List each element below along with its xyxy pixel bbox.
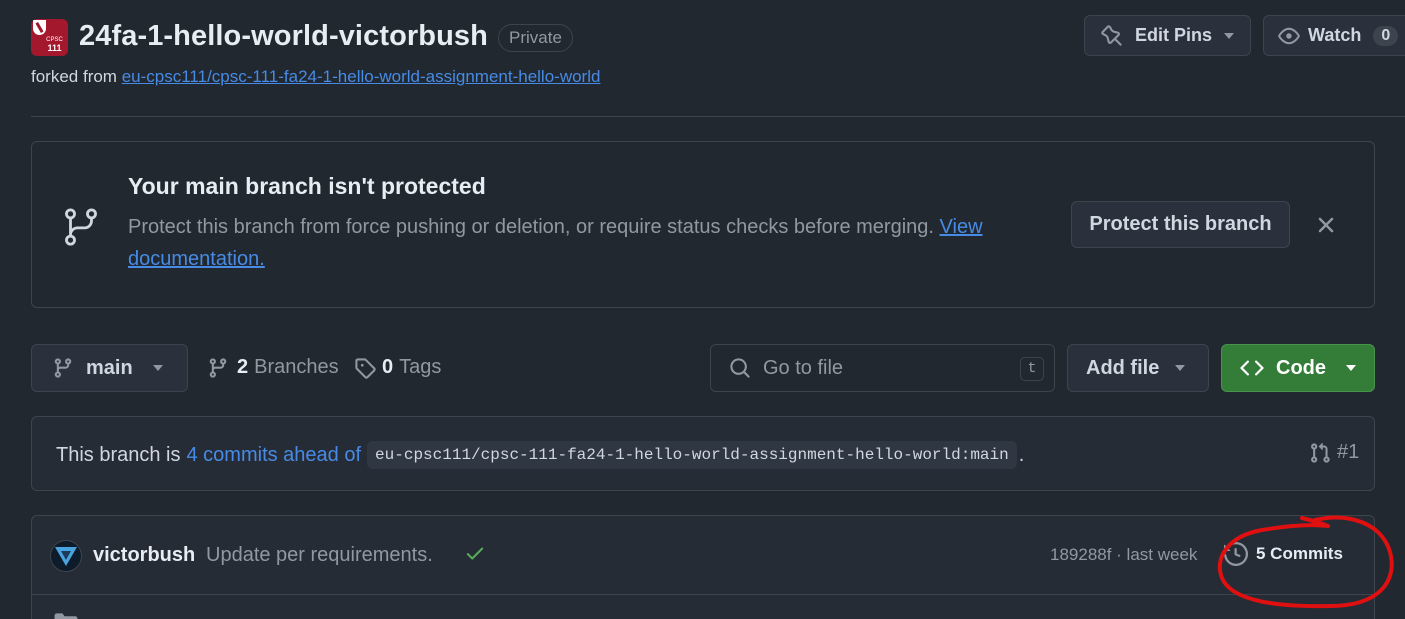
commit-message-link[interactable]: Update per requirements. <box>206 544 433 567</box>
commits-count: 5 Commits <box>1256 544 1343 563</box>
tags-count: 0 <box>382 356 394 378</box>
commits-history-link[interactable]: 5 Commits <box>1224 542 1343 566</box>
pull-request-number: #1 <box>1337 441 1360 463</box>
chevron-down-icon <box>1346 365 1356 371</box>
edit-pins-label: Edit Pins <box>1135 25 1213 45</box>
git-branch-icon <box>54 358 72 378</box>
protect-branch-button[interactable]: Protect this branch <box>1071 201 1290 248</box>
latest-commit-box: victorbush Update per requirements. 1892… <box>31 515 1375 619</box>
branch-ahead-bar: This branch is 4 commits ahead of eu-cps… <box>31 416 1375 491</box>
chevron-down-icon <box>152 365 163 371</box>
code-label: Code <box>1276 356 1326 379</box>
history-icon <box>1224 542 1248 566</box>
shield-icon <box>33 20 46 35</box>
avatar[interactable] <box>50 540 82 572</box>
banner-description: Protect this branch from force pushing o… <box>128 216 934 238</box>
edit-pins-button[interactable]: Edit Pins <box>1084 15 1251 56</box>
branch-selector[interactable]: main <box>31 344 188 392</box>
git-branch-icon <box>65 208 97 246</box>
check-icon[interactable] <box>464 542 486 564</box>
eye-icon <box>1278 27 1300 44</box>
watch-label: Watch <box>1308 25 1362 45</box>
visibility-badge: Private <box>498 24 573 52</box>
watch-count: 0 <box>1373 25 1399 46</box>
chevron-down-icon <box>1224 32 1235 39</box>
go-to-file-search[interactable]: t <box>710 344 1055 392</box>
ahead-text: This branch is 4 commits ahead of eu-cps… <box>56 441 1024 469</box>
row-divider <box>32 594 1374 595</box>
watch-button[interactable]: Watch 0 <box>1263 15 1405 56</box>
user-avatar-icon <box>55 547 77 566</box>
search-icon <box>730 358 750 378</box>
git-branch-icon <box>209 357 227 378</box>
add-file-label: Add file <box>1086 356 1160 379</box>
tags-link[interactable]: 0 Tags <box>354 356 441 379</box>
banner-text: Protect this branch from force pushing o… <box>128 211 1048 275</box>
forked-from: forked from eu-cpsc111/cpsc-111-fa24-1-h… <box>31 67 600 87</box>
code-button[interactable]: Code <box>1221 344 1375 392</box>
pull-request-icon <box>1311 442 1330 463</box>
header-divider <box>31 116 1405 117</box>
tag-icon <box>355 357 376 379</box>
commit-hash-time[interactable]: 189288f · last week <box>1050 545 1197 565</box>
branch-name: main <box>86 356 133 379</box>
branches-label: Branches <box>254 356 339 378</box>
forked-prefix: forked from <box>31 67 117 86</box>
folder-icon <box>54 613 78 619</box>
pull-request-link[interactable]: #1 <box>1309 441 1359 464</box>
pin-icon <box>1101 24 1122 46</box>
code-icon <box>1240 360 1264 376</box>
shortcut-hint: t <box>1020 357 1044 381</box>
tags-label: Tags <box>399 356 442 378</box>
branch-protection-banner: Your main branch isn't protected Protect… <box>31 141 1375 308</box>
forked-from-link[interactable]: eu-cpsc111/cpsc-111-fa24-1-hello-world-a… <box>122 67 601 86</box>
commits-ahead-link[interactable]: 4 commits ahead of <box>187 444 362 467</box>
repo-name-link[interactable]: 24fa-1-hello-world-victorbush <box>79 20 488 53</box>
upstream-ref: eu-cpsc111/cpsc-111-fa24-1-hello-world-a… <box>367 441 1017 469</box>
repo-avatar: CPSC 111 <box>31 19 68 56</box>
branches-link[interactable]: 2 Branches <box>207 356 339 379</box>
close-icon[interactable] <box>1313 212 1339 238</box>
banner-title: Your main branch isn't protected <box>128 173 486 199</box>
ahead-prefix: This branch is <box>56 443 181 466</box>
commit-author-link[interactable]: victorbush <box>93 544 195 567</box>
go-to-file-input[interactable] <box>763 356 1003 380</box>
chevron-down-icon <box>1175 365 1186 371</box>
add-file-button[interactable]: Add file <box>1067 344 1209 392</box>
branches-count: 2 <box>237 356 249 378</box>
ahead-suffix: . <box>1018 443 1025 466</box>
